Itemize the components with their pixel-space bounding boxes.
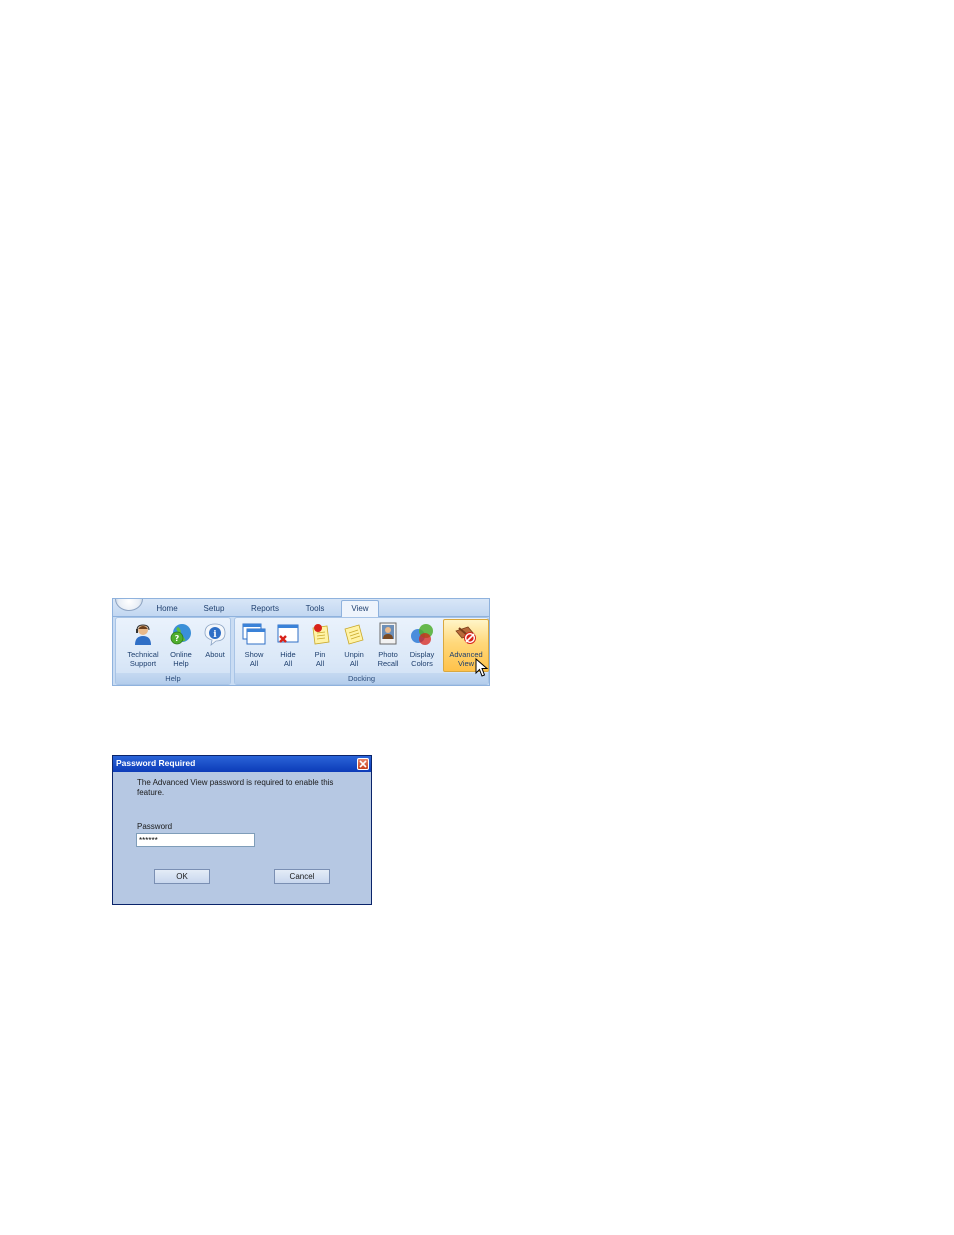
password-input[interactable] (136, 833, 255, 847)
show-all-button[interactable]: Show All (237, 620, 271, 672)
support-person-icon (135, 624, 151, 645)
tab-view[interactable]: View (341, 600, 379, 617)
online-help-button[interactable]: ? Online Help (164, 620, 198, 672)
display-colors-button[interactable]: Display Colors (405, 620, 439, 672)
unpin-icon (344, 624, 364, 645)
svg-text:i: i (213, 630, 217, 640)
ribbon-group-docking: Show All Hide All Pin All Unpin All Phot… (234, 617, 489, 685)
ribbon-tabstrip: Home Setup Reports Tools View (113, 599, 489, 617)
info-icon: i (204, 623, 226, 646)
close-icon (359, 760, 367, 768)
password-label: Password (137, 822, 173, 831)
tab-setup[interactable]: Setup (198, 601, 230, 616)
mouse-cursor-icon (475, 658, 489, 677)
about-label: About (205, 650, 225, 659)
ribbon-group-help: Technical Support ? Online Help i About … (115, 617, 231, 685)
display-colors-label: Display Colors (409, 650, 435, 668)
advanced-view-icon (455, 626, 476, 644)
hide-all-windows-icon (277, 624, 299, 643)
pin-all-button[interactable]: Pin All (303, 620, 337, 672)
tab-tools[interactable]: Tools (299, 601, 331, 616)
tab-reports[interactable]: Reports (245, 601, 285, 616)
close-button[interactable] (357, 758, 369, 770)
application-orb-button[interactable] (115, 599, 143, 611)
help-globe-icon: ? (170, 624, 191, 645)
password-required-dialog: Password Required The Advanced View pass… (112, 755, 372, 905)
docking-group-label: Docking (235, 673, 488, 684)
help-group-label: Help (116, 673, 230, 684)
unpin-all-button[interactable]: Unpin All (337, 620, 371, 672)
dialog-message: The Advanced View password is required t… (137, 778, 334, 797)
pin-icon (312, 624, 330, 645)
dialog-title: Password Required (116, 758, 196, 768)
technical-support-button[interactable]: Technical Support (126, 620, 160, 672)
photo-recall-button[interactable]: Photo Recall (371, 620, 405, 672)
svg-text:?: ? (175, 634, 180, 643)
show-all-windows-icon (242, 623, 266, 645)
technical-support-label: Technical Support (127, 650, 159, 668)
tab-home[interactable]: Home (151, 601, 183, 616)
cancel-button[interactable]: Cancel (274, 869, 330, 884)
photo-icon (379, 622, 397, 645)
ok-button[interactable]: OK (154, 869, 210, 884)
ribbon: Home Setup Reports Tools View Technical … (112, 598, 490, 686)
color-circles-icon (411, 624, 433, 645)
about-button[interactable]: i About (198, 620, 232, 672)
dialog-titlebar[interactable]: Password Required (113, 756, 371, 772)
